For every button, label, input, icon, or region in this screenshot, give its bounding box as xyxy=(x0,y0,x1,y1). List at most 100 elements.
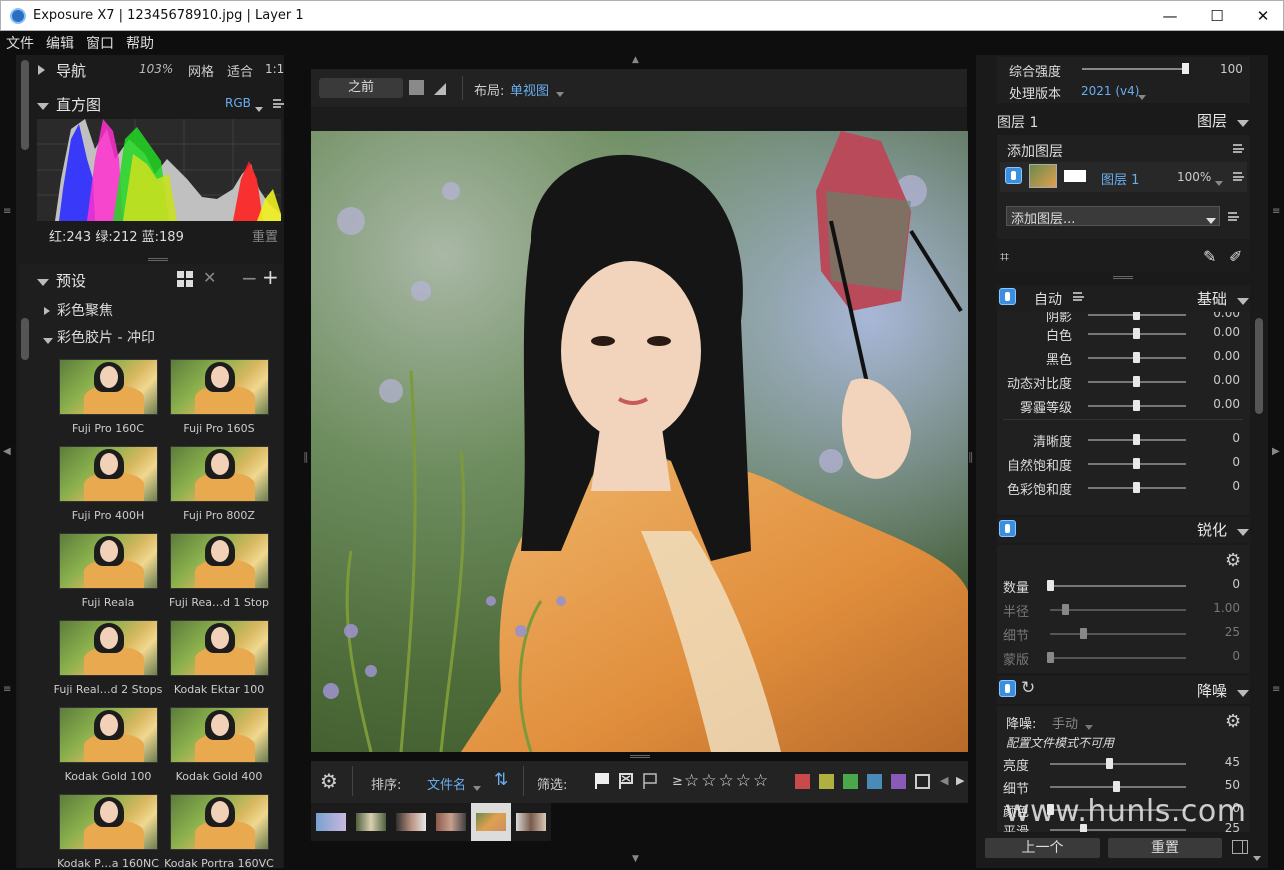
color-label-purple[interactable] xyxy=(891,774,906,789)
menu-window[interactable]: 窗口 xyxy=(86,33,114,53)
preset-thumbnail[interactable] xyxy=(59,707,158,763)
basic-toggle[interactable] xyxy=(999,288,1016,305)
noise-collapse-icon[interactable] xyxy=(1237,686,1249,701)
close-button[interactable]: ✕ xyxy=(1240,1,1284,31)
color-label-red[interactable] xyxy=(795,774,810,789)
histogram-menu-icon[interactable] xyxy=(273,99,284,108)
filmstrip-thumbnail[interactable] xyxy=(396,813,426,831)
slider-vibrance[interactable]: 自然饱和度 0 xyxy=(1000,453,1244,474)
add-preset-icon[interactable]: + xyxy=(262,265,279,289)
histogram-mode-chevron-icon[interactable] xyxy=(255,101,263,116)
layer-name[interactable]: 图层 1 xyxy=(1101,169,1139,188)
nav-1to1-button[interactable]: 1:1 xyxy=(265,62,284,76)
before-square-icon[interactable] xyxy=(409,80,424,95)
filmstrip-thumbnail-selected[interactable] xyxy=(471,803,511,841)
filmstrip-prev-icon[interactable]: ◀ xyxy=(940,774,948,787)
noise-mode-chevron-icon[interactable] xyxy=(1085,719,1093,734)
histogram-mode[interactable]: RGB xyxy=(225,96,251,110)
presets-scrollbar[interactable] xyxy=(21,318,29,360)
add-layer-menu-icon[interactable] xyxy=(1228,212,1239,221)
group-expand-icon[interactable] xyxy=(44,304,50,319)
slider-saturation[interactable]: 色彩饱和度 0 xyxy=(1000,477,1244,498)
histogram-collapse-icon[interactable] xyxy=(37,99,49,114)
color-label-none[interactable] xyxy=(915,774,930,789)
color-label-green[interactable] xyxy=(843,774,858,789)
preset-thumbnail[interactable] xyxy=(59,794,158,850)
maximize-button[interactable]: ☐ xyxy=(1194,1,1240,31)
slider-amount[interactable]: 数量 0 xyxy=(1000,575,1244,596)
collapse-all-icon[interactable]: ✕ xyxy=(203,268,216,287)
sort-direction-icon[interactable]: ⇅ xyxy=(494,770,508,790)
slider-clarity[interactable]: 清晰度 0 xyxy=(1000,429,1244,450)
minimize-button[interactable]: — xyxy=(1147,1,1193,31)
right-scrollbar[interactable] xyxy=(1255,318,1263,414)
brush-icon[interactable]: ✐ xyxy=(1229,247,1242,266)
rating-stars[interactable]: ☆☆☆☆☆ xyxy=(684,771,770,791)
reset-button[interactable]: 重置 xyxy=(1108,838,1222,858)
flag-unflagged-icon[interactable] xyxy=(643,773,657,789)
preset-thumbnail[interactable] xyxy=(170,707,269,763)
preset-thumbnail[interactable] xyxy=(170,620,269,676)
basic-menu-icon[interactable] xyxy=(1073,292,1084,301)
menu-help[interactable]: 帮助 xyxy=(126,33,154,53)
slider-whites[interactable]: 白色 0.00 xyxy=(1000,323,1244,344)
filmstrip-thumbnail[interactable] xyxy=(316,813,346,831)
nav-grid-button[interactable]: 网格 xyxy=(188,61,214,80)
layer-opacity[interactable]: 100% xyxy=(1177,170,1211,184)
slider-radius[interactable]: 半径 1.00 xyxy=(1000,599,1244,620)
basic-collapse-icon[interactable] xyxy=(1237,294,1249,309)
right-edge-grip-icon[interactable]: ≡ xyxy=(1272,684,1280,695)
crop-icon[interactable]: ⌗ xyxy=(1000,247,1009,267)
noise-mode-value[interactable]: 手动 xyxy=(1052,713,1078,732)
preset-thumbnail[interactable] xyxy=(59,359,158,415)
slider-blacks[interactable]: 黑色 0.00 xyxy=(1000,347,1244,368)
slider-dynamic-contrast[interactable]: 动态对比度 0.00 xyxy=(1000,371,1244,392)
process-version-value[interactable]: 2021 (v4) xyxy=(1081,84,1139,98)
slider-noise-detail[interactable]: 细节 50 xyxy=(1000,776,1244,797)
left-edge-collapse-icon[interactable]: ◀ xyxy=(3,446,11,457)
layer-thumbnail[interactable] xyxy=(1029,164,1057,188)
overall-strength-track[interactable] xyxy=(1082,68,1188,70)
flag-rejected-icon[interactable] xyxy=(619,773,633,789)
left-scrollbar[interactable] xyxy=(21,60,29,150)
preset-thumbnail[interactable] xyxy=(170,533,269,589)
left-edge-grip-icon[interactable]: ≡ xyxy=(3,684,11,695)
preset-thumbnail[interactable] xyxy=(170,794,269,850)
slider-detail[interactable]: 细节 25 xyxy=(1000,623,1244,644)
filmstrip-settings-gear-icon[interactable]: ⚙ xyxy=(320,769,338,793)
layer-visibility-toggle[interactable] xyxy=(1005,167,1022,184)
before-split-icon[interactable] xyxy=(432,81,448,97)
group-collapse-icon[interactable] xyxy=(43,333,53,348)
layout-value[interactable]: 单视图 xyxy=(510,80,549,99)
layout-chevron-icon[interactable] xyxy=(556,86,564,101)
layer-mask-thumbnail[interactable] xyxy=(1064,170,1086,182)
flag-picked-icon[interactable] xyxy=(595,773,609,789)
histogram-reset-button[interactable]: 重置 xyxy=(252,226,278,245)
preset-thumbnail[interactable] xyxy=(59,533,158,589)
filmstrip-thumbnail[interactable] xyxy=(356,813,386,831)
filmstrip-thumbnail[interactable] xyxy=(516,813,546,831)
menu-file[interactable]: 文件 xyxy=(6,33,34,53)
sharpen-toggle[interactable] xyxy=(999,520,1016,537)
layers-menu-icon[interactable] xyxy=(1233,144,1244,153)
color-label-blue[interactable] xyxy=(867,774,882,789)
eraser-icon[interactable]: ✎ xyxy=(1203,247,1216,266)
layers-collapse-icon[interactable] xyxy=(1237,116,1249,131)
slider-mask[interactable]: 蒙版 0 xyxy=(1000,647,1244,668)
right-edge-grip-icon[interactable]: ≡ xyxy=(1272,206,1280,217)
left-divider-grip[interactable] xyxy=(148,258,168,261)
preset-thumbnail[interactable] xyxy=(170,359,269,415)
panel-layout-icon[interactable] xyxy=(1232,840,1248,854)
panel-layout-chevron-icon[interactable] xyxy=(1253,850,1261,865)
center-left-grip-icon[interactable]: ‖ xyxy=(303,450,309,463)
overall-strength-knob[interactable] xyxy=(1182,63,1189,74)
menu-edit[interactable]: 编辑 xyxy=(46,33,74,53)
filmstrip-thumbnail[interactable] xyxy=(436,813,466,831)
preset-group-color-film[interactable]: 彩色胶片 - 冲印 xyxy=(57,327,155,347)
layer-row-menu-icon[interactable] xyxy=(1233,172,1244,181)
center-right-grip-icon[interactable]: ‖ xyxy=(968,450,974,463)
auto-button[interactable]: 自动 xyxy=(1034,289,1062,309)
right-divider-grip[interactable] xyxy=(1113,276,1133,279)
nav-expand-icon[interactable] xyxy=(38,64,45,79)
top-collapse-icon[interactable]: ▲ xyxy=(632,55,639,65)
